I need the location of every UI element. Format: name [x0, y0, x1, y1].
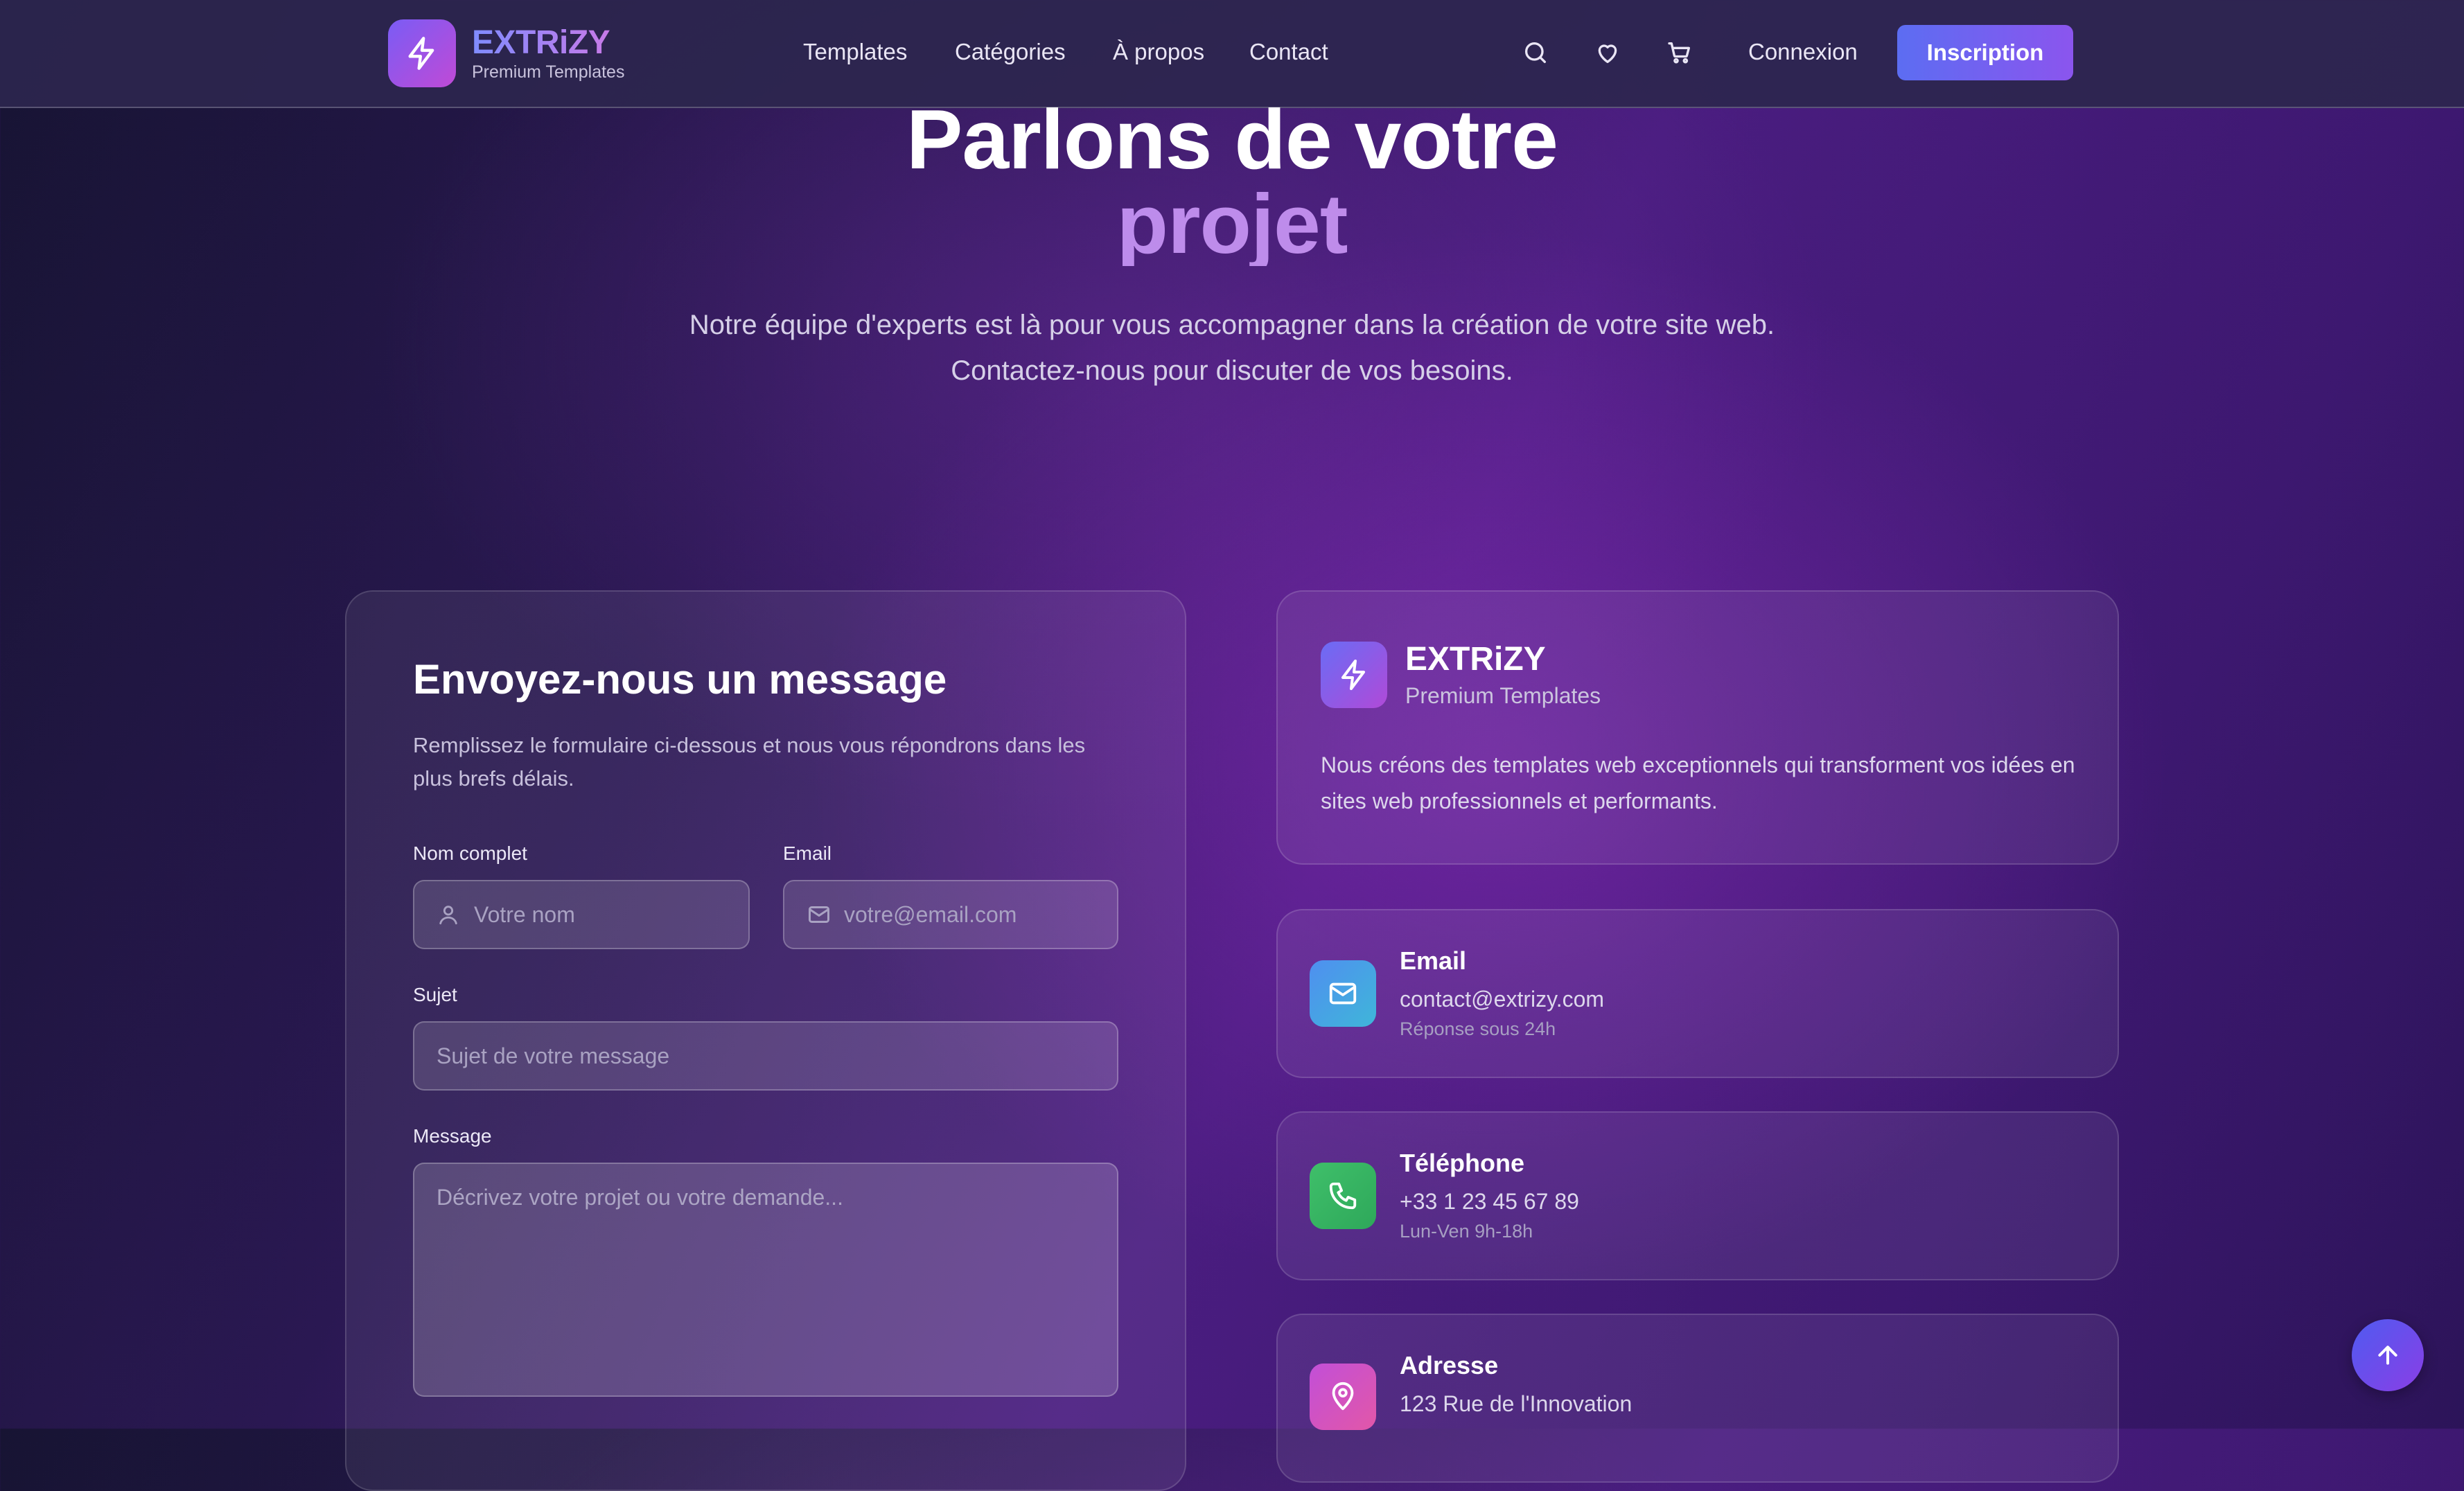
message-label: Message [413, 1125, 492, 1147]
email-field[interactable]: votre@email.com [783, 880, 1118, 949]
email-label: Email [783, 842, 832, 864]
nav-link-templates[interactable]: Templates [803, 39, 907, 65]
contact-email-title: Email [1400, 946, 1467, 975]
contact-phone-value[interactable]: +33 1 23 45 67 89 [1400, 1189, 1579, 1215]
contact-email-value[interactable]: contact@extrizy.com [1400, 987, 1604, 1012]
map-pin-icon [1310, 1364, 1376, 1430]
subject-label: Sujet [413, 984, 457, 1005]
nav-link-about[interactable]: À propos [1113, 39, 1204, 65]
message-placeholder: Décrivez votre projet ou votre demande..… [437, 1185, 843, 1210]
brand-tagline: Premium Templates [472, 62, 625, 82]
login-link[interactable]: Connexion [1748, 39, 1858, 65]
name-input[interactable]: Votre nom [413, 880, 750, 949]
contact-address-value: 123 Rue de l'Innovation [1400, 1391, 1633, 1416]
company-description: Nous créons des templates web exceptionn… [1321, 752, 2075, 813]
logo[interactable] [388, 19, 456, 87]
contact-address-title: Adresse [1400, 1351, 1499, 1379]
company-card [1276, 590, 2119, 865]
mail-icon [807, 902, 831, 927]
contact-phone-note: Lun-Ven 9h-18h [1400, 1221, 1533, 1242]
brand-name[interactable]: EXTRiZY [472, 24, 610, 62]
contact-phone-title: Téléphone [1400, 1149, 1525, 1177]
subject-input[interactable]: Sujet de votre message [413, 1021, 1118, 1091]
form-title: Envoyez-nous un message [413, 656, 947, 703]
company-logo [1321, 642, 1387, 708]
hero-title: Parlons de votre [906, 92, 1558, 186]
signup-button[interactable]: Inscription [1897, 25, 2073, 80]
scroll-to-top-button[interactable] [2352, 1319, 2424, 1391]
lightning-icon [1341, 660, 1365, 690]
message-textarea[interactable]: Décrivez votre projet ou votre demande..… [413, 1163, 1118, 1397]
user-icon [437, 902, 461, 927]
form-description: Remplissez le formulaire ci-dessous et n… [413, 733, 1086, 791]
nav-link-categories[interactable]: Catégories [955, 39, 1066, 65]
name-placeholder: Votre nom [474, 901, 575, 927]
name-label: Nom complet [413, 842, 527, 864]
subject-placeholder: Sujet de votre message [437, 1043, 670, 1068]
company-name: EXTRiZY [1405, 641, 1546, 678]
mail-icon [1310, 960, 1376, 1027]
company-tagline: Premium Templates [1405, 683, 1601, 708]
arrow-up-icon [2378, 1346, 2397, 1365]
nav-link-contact[interactable]: Contact [1249, 39, 1328, 65]
lightning-icon [408, 37, 434, 70]
cart-icon[interactable] [1664, 37, 1695, 68]
contact-email-note: Réponse sous 24h [1400, 1018, 1556, 1039]
heart-icon[interactable] [1592, 37, 1623, 68]
phone-icon [1310, 1163, 1376, 1229]
email-placeholder: votre@email.com [844, 901, 1017, 927]
hero-description: Notre équipe d'experts est là pour vous … [689, 310, 1775, 386]
search-icon[interactable] [1520, 37, 1551, 68]
hero-title-highlight: projet [0, 182, 2464, 266]
